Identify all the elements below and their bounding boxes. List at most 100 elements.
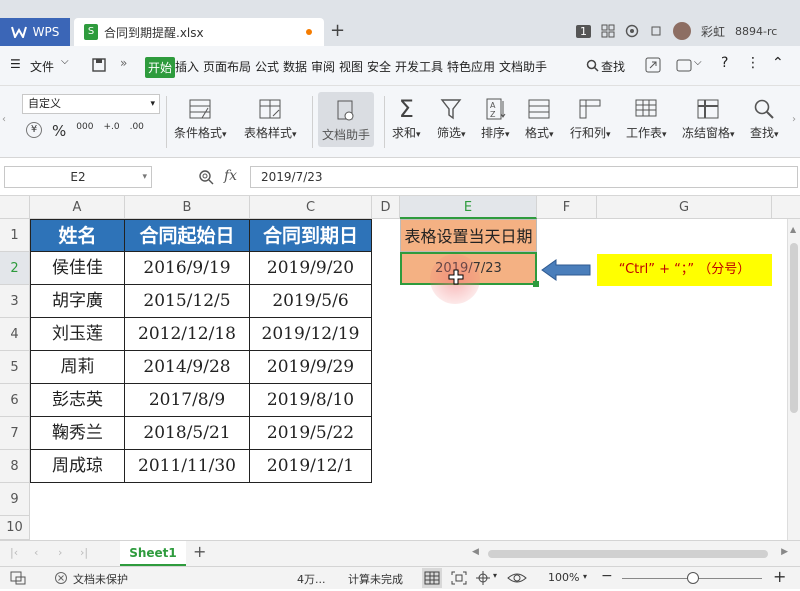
more-options-icon[interactable]: ⋮	[746, 55, 760, 71]
sheet-tab-sheet1[interactable]: Sheet1	[120, 541, 186, 566]
row-header[interactable]: 10	[0, 516, 30, 540]
percent-button[interactable]: %	[52, 122, 66, 140]
sheet-nav-first-icon[interactable]: |‹	[10, 546, 18, 559]
row-header[interactable]: 1	[0, 219, 30, 252]
tab-formula[interactable]: 公式	[255, 58, 279, 75]
app-center-icon[interactable]	[676, 57, 692, 73]
increase-decimal-button[interactable]: +.0	[103, 122, 119, 140]
cell-a4[interactable]: 刘玉莲	[30, 318, 125, 351]
col-header-e[interactable]: E	[400, 196, 537, 219]
zoom-out-button[interactable]: −	[601, 568, 613, 584]
col-header-d[interactable]: D	[372, 196, 400, 219]
cloud-sync-icon[interactable]	[625, 24, 639, 38]
zoom-level[interactable]: 100%	[548, 571, 579, 584]
currency-button[interactable]: ¥	[26, 122, 42, 138]
protection-status[interactable]: 文档未保护	[73, 571, 128, 587]
file-tab[interactable]: S 合同到期提醒.xlsx	[74, 18, 324, 46]
eye-protection-icon[interactable]	[507, 570, 527, 586]
name-box[interactable]: E2 ▾	[4, 166, 152, 188]
cell-b3[interactable]: 2015/12/5	[125, 285, 250, 318]
vertical-scrollbar[interactable]: ▲	[787, 219, 800, 540]
col-header-a[interactable]: A	[30, 196, 125, 219]
add-sheet-button[interactable]: +	[193, 542, 206, 561]
sum-button[interactable]: Σ 求和▾	[392, 94, 421, 141]
rows-columns-button[interactable]: 行和列▾	[570, 94, 611, 141]
cell-a7[interactable]: 鞠秀兰	[30, 417, 125, 450]
cell-c8[interactable]: 2019/12/1	[250, 450, 372, 483]
tab-review[interactable]: 审阅	[311, 58, 335, 75]
sheet-nav-prev-icon[interactable]: ‹	[34, 546, 38, 559]
user-avatar[interactable]	[673, 22, 691, 40]
cell-c5[interactable]: 2019/9/29	[250, 351, 372, 384]
cell-b2[interactable]: 2016/9/19	[125, 252, 250, 285]
scroll-left-icon[interactable]: ◀	[472, 547, 479, 557]
horizontal-scrollbar[interactable]: ◀ ▶	[470, 547, 790, 561]
col-header-b[interactable]: B	[125, 196, 250, 219]
new-tab-button[interactable]: +	[330, 20, 345, 41]
search-label[interactable]: 查找	[601, 58, 625, 75]
filter-button[interactable]: 筛选▾	[437, 94, 466, 141]
normal-view-button[interactable]	[422, 568, 442, 588]
more-chevron-icon[interactable]: »	[120, 56, 127, 70]
reading-view-caret-icon[interactable]: ▾	[493, 571, 497, 580]
skin-icon[interactable]	[649, 24, 663, 38]
conditional-format-button[interactable]: 条件格式▾	[174, 94, 227, 141]
fx-icon[interactable]: fx	[224, 168, 237, 184]
zoom-slider-thumb[interactable]	[687, 572, 699, 584]
worksheet-button[interactable]: 工作表▾	[626, 94, 667, 141]
cell-a2[interactable]: 侯佳佳	[30, 252, 125, 285]
help-button[interactable]: ?	[721, 55, 728, 71]
header-cell-name[interactable]: 姓名	[30, 219, 125, 252]
row-header[interactable]: 3	[0, 285, 30, 318]
doc-assistant-button[interactable]: 文档助手	[318, 92, 375, 147]
grid-view-icon[interactable]	[601, 24, 615, 38]
cell-c7[interactable]: 2019/5/22	[250, 417, 372, 450]
decrease-decimal-button[interactable]: .00	[130, 122, 144, 140]
search-icon[interactable]	[586, 59, 599, 72]
cell-a5[interactable]: 周莉	[30, 351, 125, 384]
formula-input[interactable]: 2019/7/23	[250, 166, 798, 188]
tab-start[interactable]: 开始	[145, 57, 176, 78]
header-cell-end-date[interactable]: 合同到期日	[250, 219, 372, 252]
collapse-ribbon-icon[interactable]: ⌃	[772, 55, 784, 71]
share-icon[interactable]	[645, 57, 661, 73]
scroll-right-icon[interactable]: ▶	[781, 547, 788, 557]
hamburger-menu-icon[interactable]: ☰	[10, 57, 21, 71]
tab-features[interactable]: 特色应用	[447, 58, 495, 75]
table-style-button[interactable]: 表格样式▾	[244, 94, 297, 141]
reading-view-icon[interactable]	[474, 570, 492, 586]
row-header[interactable]: 9	[0, 483, 30, 516]
cell-b8[interactable]: 2011/11/30	[125, 450, 250, 483]
select-all-corner[interactable]	[0, 196, 30, 219]
ribbon-left-arrow-icon[interactable]: ‹	[2, 114, 6, 125]
cell-c3[interactable]: 2019/5/6	[250, 285, 372, 318]
col-header-f[interactable]: F	[537, 196, 597, 219]
zoom-in-button[interactable]: +	[773, 567, 786, 586]
format-button[interactable]: 格式▾	[525, 94, 554, 141]
cell-a8[interactable]: 周成琼	[30, 450, 125, 483]
cell-b7[interactable]: 2018/5/21	[125, 417, 250, 450]
sheet-nav-last-icon[interactable]: ›|	[80, 546, 88, 559]
cell-b4[interactable]: 2012/12/18	[125, 318, 250, 351]
sheet-nav-next-icon[interactable]: ›	[58, 546, 62, 559]
cell-c2[interactable]: 2019/9/20	[250, 252, 372, 285]
cell-c6[interactable]: 2019/8/10	[250, 384, 372, 417]
scroll-up-icon[interactable]: ▲	[790, 225, 796, 234]
tab-security[interactable]: 安全	[367, 58, 391, 75]
user-name[interactable]: 彩虹	[701, 23, 725, 40]
zoom-caret-icon[interactable]: ▾	[583, 572, 587, 581]
tab-page-layout[interactable]: 页面布局	[203, 58, 251, 75]
header-cell-start-date[interactable]: 合同起始日	[125, 219, 250, 252]
cell-b6[interactable]: 2017/8/9	[125, 384, 250, 417]
vertical-scroll-thumb[interactable]	[790, 243, 798, 413]
row-header[interactable]: 2	[0, 252, 30, 285]
col-header-g[interactable]: G	[597, 196, 772, 219]
number-format-select[interactable]: 自定义 ▾	[22, 94, 160, 114]
app-center-chevron-icon[interactable]: ⌵	[694, 57, 702, 68]
window-count-badge[interactable]: 1	[576, 24, 591, 38]
row-header[interactable]: 8	[0, 450, 30, 483]
find-button[interactable]: 查找▾	[750, 94, 779, 141]
row-header[interactable]: 6	[0, 384, 30, 417]
ribbon-right-arrow-icon[interactable]: ›	[792, 114, 796, 125]
cell-b5[interactable]: 2014/9/28	[125, 351, 250, 384]
